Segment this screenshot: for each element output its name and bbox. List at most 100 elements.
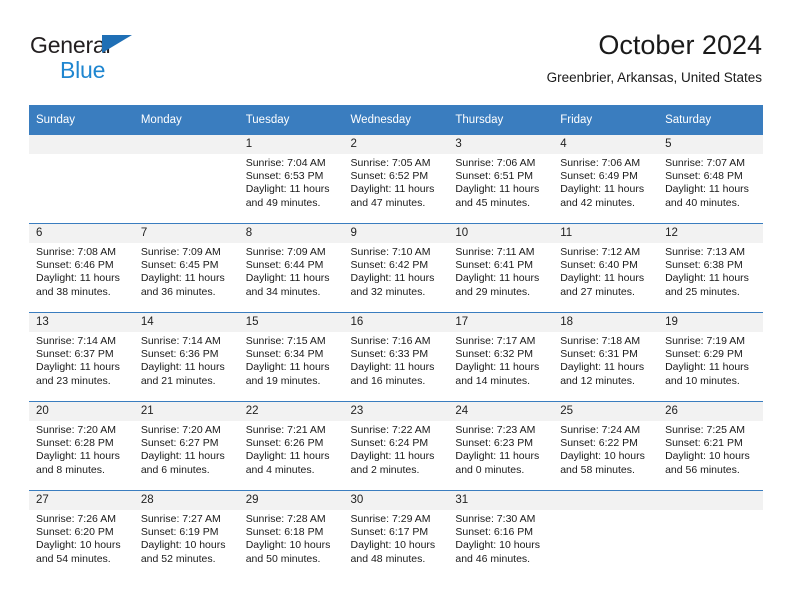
triangle-icon [102, 35, 132, 53]
day-cell-inner: 30 Sunrise: 7:29 AM Sunset: 6:17 PM Dayligh… [343, 491, 449, 579]
daylight-text-cont: and 10 minutes. [665, 374, 740, 387]
calendar-day-cell[interactable]: 1 Sunrise: 7:04 AM Sunset: 6:53 PM Daylight… [238, 134, 344, 224]
day-cell-inner: 12 Sunrise: 7:13 AM Sunset: 6:38 PM Dayligh… [658, 224, 763, 312]
day-details: Sunrise: 7:12 AM Sunset: 6:40 PM Daylight:… [553, 243, 658, 299]
calendar-day-cell[interactable]: 16 Sunrise: 7:16 AM Sunset: 6:33 PM Dayligh… [343, 312, 449, 402]
day-cell-inner: 25 Sunrise: 7:24 AM Sunset: 6:22 PM Dayligh… [553, 402, 659, 490]
calendar-day-cell[interactable]: 27 Sunrise: 7:26 AM Sunset: 6:20 PM Dayligh… [29, 490, 134, 579]
daylight-text: Daylight: 11 hours [350, 272, 435, 285]
day-cell-inner: 22 Sunrise: 7:21 AM Sunset: 6:26 PM Dayligh… [238, 402, 344, 490]
sunrise-text: Sunrise: 7:21 AM [245, 424, 326, 436]
daylight-text-cont: and 12 minutes. [560, 374, 635, 387]
daylight-text: Daylight: 11 hours [560, 272, 645, 285]
calendar-day-cell[interactable]: 4 Sunrise: 7:06 AM Sunset: 6:49 PM Daylight… [553, 134, 659, 224]
daylight-text-cont: and 38 minutes. [36, 285, 111, 298]
calendar-day-cell[interactable]: 8 Sunrise: 7:09 AM Sunset: 6:44 PM Daylight… [238, 223, 344, 313]
daylight-text: Daylight: 11 hours [140, 450, 225, 463]
sunrise-text: Sunrise: 7:26 AM [36, 513, 116, 525]
calendar-day-cell[interactable]: 12 Sunrise: 7:13 AM Sunset: 6:38 PM Dayligh… [658, 223, 763, 313]
day-number: 19 [658, 313, 763, 332]
sunset-text: Sunset: 6:48 PM [665, 170, 743, 183]
sunrise-text: Sunrise: 7:19 AM [665, 335, 746, 347]
daylight-text: Daylight: 11 hours [245, 450, 330, 463]
calendar-day-cell[interactable]: 19 Sunrise: 7:19 AM Sunset: 6:29 PM Dayligh… [658, 312, 763, 402]
calendar-day-cell[interactable]: 3 Sunrise: 7:06 AM Sunset: 6:51 PM Daylight… [448, 134, 554, 224]
day-number: 9 [343, 224, 449, 243]
calendar-day-cell[interactable]: 6 Sunrise: 7:08 AM Sunset: 6:46 PM Daylight… [29, 223, 134, 313]
day-number: 30 [343, 491, 449, 510]
calendar-day-cell[interactable]: 13 Sunrise: 7:14 AM Sunset: 6:37 PM Dayligh… [29, 312, 134, 402]
daylight-text-cont: and 49 minutes. [245, 196, 321, 209]
daylight-text-cont: and 54 minutes. [36, 552, 111, 565]
daylight-text: Daylight: 11 hours [350, 450, 435, 463]
day-cell-inner: 10 Sunrise: 7:11 AM Sunset: 6:41 PM Dayligh… [448, 224, 554, 312]
daylight-text-cont: and 47 minutes. [350, 196, 426, 209]
calendar-day-cell[interactable]: 30 Sunrise: 7:29 AM Sunset: 6:17 PM Dayligh… [343, 490, 449, 579]
day-number: 26 [658, 402, 763, 421]
day-number: 23 [343, 402, 449, 421]
sunrise-text: Sunrise: 7:20 AM [140, 424, 221, 436]
day-cell-inner: 7 Sunrise: 7:09 AM Sunset: 6:45 PM Daylight… [133, 224, 239, 312]
day-number: 29 [238, 491, 344, 510]
calendar-day-cell[interactable]: 17 Sunrise: 7:17 AM Sunset: 6:32 PM Dayligh… [448, 312, 554, 402]
day-number: 6 [29, 224, 134, 243]
calendar-day-cell[interactable]: 25 Sunrise: 7:24 AM Sunset: 6:22 PM Dayligh… [553, 401, 659, 491]
daylight-text: Daylight: 11 hours [665, 361, 749, 374]
calendar-day-cell[interactable]: 10 Sunrise: 7:11 AM Sunset: 6:41 PM Dayligh… [448, 223, 554, 313]
generalblue-logo[interactable]: General Blue [30, 32, 210, 88]
sunrise-text: Sunrise: 7:23 AM [455, 424, 536, 436]
sunrise-text: Sunrise: 7:12 AM [560, 246, 641, 258]
day-details: Sunrise: 7:22 AM Sunset: 6:24 PM Daylight:… [344, 421, 449, 477]
day-number: 20 [29, 402, 134, 421]
calendar-day-cell[interactable]: 23 Sunrise: 7:22 AM Sunset: 6:24 PM Dayligh… [343, 401, 449, 491]
daylight-text: Daylight: 10 hours [245, 539, 331, 552]
day-details: Sunrise: 7:16 AM Sunset: 6:33 PM Daylight:… [344, 332, 449, 388]
sunset-text: Sunset: 6:51 PM [455, 170, 534, 183]
sunset-text: Sunset: 6:22 PM [560, 437, 638, 450]
day-number: 13 [29, 313, 134, 332]
calendar-day-cell[interactable]: 11 Sunrise: 7:12 AM Sunset: 6:40 PM Dayligh… [553, 223, 659, 313]
daylight-text-cont: and 45 minutes. [455, 196, 531, 209]
sunrise-text: Sunrise: 7:14 AM [36, 335, 116, 347]
weekday-header-tuesday: Tuesday [238, 105, 344, 135]
sunset-text: Sunset: 6:32 PM [455, 348, 534, 361]
calendar-day-cell[interactable]: 18 Sunrise: 7:18 AM Sunset: 6:31 PM Dayligh… [553, 312, 659, 402]
calendar-day-cell[interactable]: 14 Sunrise: 7:14 AM Sunset: 6:36 PM Dayligh… [133, 312, 239, 402]
sunset-text: Sunset: 6:45 PM [140, 259, 219, 272]
day-cell-inner [553, 491, 659, 579]
sunrise-text: Sunrise: 7:24 AM [560, 424, 641, 436]
day-number: 17 [448, 313, 554, 332]
day-number: 10 [448, 224, 554, 243]
calendar-day-cell[interactable]: 21 Sunrise: 7:20 AM Sunset: 6:27 PM Dayligh… [133, 401, 239, 491]
day-details: Sunrise: 7:19 AM Sunset: 6:29 PM Daylight:… [658, 332, 763, 388]
day-number: 28 [133, 491, 239, 510]
calendar-day-cell[interactable]: 5 Sunrise: 7:07 AM Sunset: 6:48 PM Daylight… [658, 134, 763, 224]
calendar-day-cell[interactable]: 31 Sunrise: 7:30 AM Sunset: 6:16 PM Dayligh… [448, 490, 554, 579]
day-number: 18 [553, 313, 659, 332]
day-details: Sunrise: 7:07 AM Sunset: 6:48 PM Daylight:… [658, 154, 763, 210]
calendar-day-cell[interactable]: 29 Sunrise: 7:28 AM Sunset: 6:18 PM Dayligh… [238, 490, 344, 579]
calendar-day-cell[interactable]: 7 Sunrise: 7:09 AM Sunset: 6:45 PM Daylight… [133, 223, 239, 313]
day-cell-inner: 28 Sunrise: 7:27 AM Sunset: 6:19 PM Dayligh… [133, 491, 239, 579]
day-details: Sunrise: 7:17 AM Sunset: 6:32 PM Daylight:… [448, 332, 553, 388]
day-cell-inner: 27 Sunrise: 7:26 AM Sunset: 6:20 PM Dayligh… [29, 491, 134, 579]
calendar-day-cell[interactable]: 24 Sunrise: 7:23 AM Sunset: 6:23 PM Dayligh… [448, 401, 554, 491]
sunset-text: Sunset: 6:16 PM [455, 526, 534, 539]
calendar-day-cell[interactable]: 28 Sunrise: 7:27 AM Sunset: 6:19 PM Dayligh… [133, 490, 239, 579]
calendar-day-cell[interactable]: 15 Sunrise: 7:15 AM Sunset: 6:34 PM Dayligh… [238, 312, 344, 402]
daylight-text-cont: and 4 minutes. [245, 463, 315, 476]
day-number: 1 [238, 135, 344, 154]
day-details: Sunrise: 7:15 AM Sunset: 6:34 PM Daylight:… [239, 332, 344, 388]
sunset-text: Sunset: 6:40 PM [560, 259, 638, 272]
calendar-day-cell[interactable]: 22 Sunrise: 7:21 AM Sunset: 6:26 PM Dayligh… [238, 401, 344, 491]
page-header: General Blue October 2024 Greenbrier, Ar… [30, 28, 762, 98]
calendar-day-cell[interactable]: 26 Sunrise: 7:25 AM Sunset: 6:21 PM Dayligh… [658, 401, 763, 491]
calendar-table: Sunday Monday Tuesday Wednesday Thursday Frid… [29, 105, 763, 579]
calendar-day-cell[interactable]: 20 Sunrise: 7:20 AM Sunset: 6:28 PM Dayligh… [29, 401, 134, 491]
day-details: Sunrise: 7:30 AM Sunset: 6:16 PM Daylight:… [448, 510, 553, 566]
calendar-day-cell[interactable]: 9 Sunrise: 7:10 AM Sunset: 6:42 PM Daylight… [343, 223, 449, 313]
calendar-day-cell[interactable]: 2 Sunrise: 7:05 AM Sunset: 6:52 PM Daylight… [343, 134, 449, 224]
daylight-text-cont: and 34 minutes. [245, 285, 321, 298]
sunrise-text: Sunrise: 7:09 AM [245, 246, 326, 258]
logo-top-row: General [30, 32, 210, 58]
